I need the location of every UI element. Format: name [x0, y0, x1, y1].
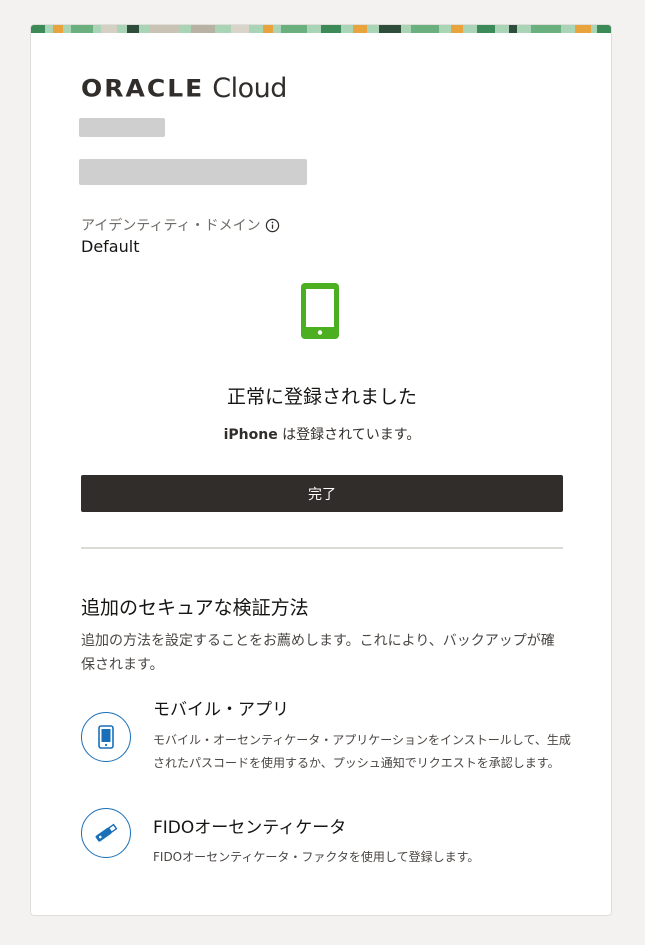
mobile-app-title: モバイル・アプリ: [153, 700, 289, 720]
identity-domain-label-text: アイデンティティ・ドメイン: [81, 218, 261, 234]
logo-oracle-text: ORACLE: [81, 74, 205, 102]
redacted-tenant-name: [79, 118, 165, 137]
info-icon[interactable]: [265, 218, 280, 233]
mobile-app-icon-circle: [81, 712, 131, 762]
method-mobile-app[interactable]: モバイル・アプリ モバイル・オーセンティケータ・アプリケーションをインストールし…: [81, 695, 571, 799]
divider: [81, 547, 563, 549]
security-key-icon: [95, 823, 118, 842]
fido-icon-circle: [81, 808, 131, 858]
fido-description: FIDOオーセンティケータ・ファクタを使用して登録します。: [153, 850, 480, 864]
fido-title: FIDOオーセンティケータ: [153, 818, 347, 838]
identity-domain-label: アイデンティティ・ドメイン: [81, 215, 280, 235]
login-card: ORACLE Cloud アイデンティティ・ドメイン Default 正常に登録…: [30, 24, 612, 916]
redacted-user-name: [79, 159, 307, 185]
mobile-phone-icon: [98, 725, 114, 749]
method-fido-authenticator[interactable]: FIDOオーセンティケータ FIDOオーセンティケータ・ファクタを使用して登録し…: [81, 808, 571, 871]
device-registered-text: は登録されています。: [277, 427, 421, 443]
additional-methods-title: 追加のセキュアな検証方法: [81, 597, 309, 619]
done-button[interactable]: 完了: [81, 475, 563, 512]
logo-cloud-text: Cloud: [212, 72, 287, 104]
mobile-app-description: モバイル・オーセンティケータ・アプリケーションをインストールして、生成されたパス…: [153, 733, 571, 770]
decorative-banner: [31, 25, 611, 33]
mobile-phone-icon: [301, 283, 339, 339]
success-message: iPhone は登録されています。: [31, 424, 611, 444]
identity-domain-value: Default: [81, 237, 140, 256]
success-title: 正常に登録されました: [226, 386, 417, 408]
oracle-cloud-logo: ORACLE Cloud: [81, 71, 287, 105]
device-name: iPhone: [223, 427, 278, 443]
additional-methods-description: 追加の方法を設定することをお薦めします。これにより、バックアップが確保されます。: [81, 633, 555, 673]
